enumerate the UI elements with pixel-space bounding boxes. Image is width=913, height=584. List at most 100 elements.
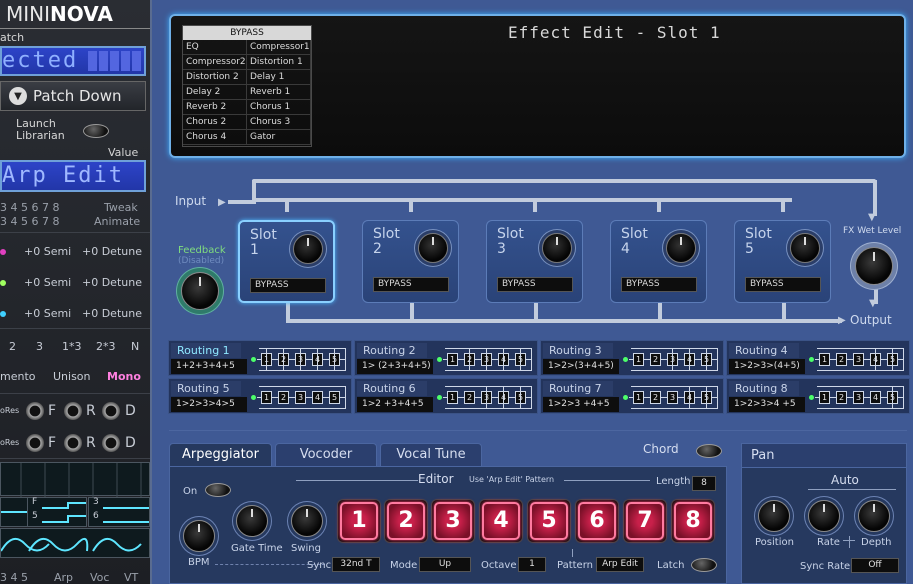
routing-option-4[interactable]: Routing 41>2>3>(4+5) 12345 (726, 340, 910, 376)
res-row1-knob2[interactable] (64, 402, 82, 420)
lfo-box-2[interactable]: F 5 (27, 497, 87, 527)
unison-1x3[interactable]: 1*3 (62, 340, 82, 353)
launch-librarian-button[interactable] (83, 124, 109, 138)
fx-item[interactable]: Compressor2 (183, 55, 247, 70)
routing-option-1[interactable]: Routing 11+2+3+4+5 12345 (168, 340, 352, 376)
pattern-value[interactable]: Arp Edit (596, 557, 644, 572)
routing-option-7[interactable]: Routing 71>2>3 +4+5 12345 (540, 378, 724, 414)
osc2-semi[interactable]: +0 Semi (24, 276, 71, 289)
res-row2-knob[interactable] (26, 434, 44, 452)
step-8[interactable]: 8 (671, 499, 715, 543)
fx-item[interactable]: Delay 1 (247, 70, 311, 85)
fx-item[interactable]: Chorus 1 (247, 100, 311, 115)
step-3[interactable]: 3 (431, 499, 475, 543)
fx-item[interactable]: Delay 2 (183, 85, 247, 100)
lfo-box-3[interactable]: 3 6 (88, 497, 150, 527)
step-3-button[interactable]: 3 (434, 502, 472, 540)
step-8-button[interactable]: 8 (674, 502, 712, 540)
unison-n[interactable]: N (131, 340, 139, 353)
unison-3[interactable]: 3 (36, 340, 43, 353)
step-4[interactable]: 4 (479, 499, 523, 543)
arp-on-button[interactable] (205, 483, 231, 497)
slot-5[interactable]: Slot 5 BYPASS (734, 220, 831, 303)
slot-3[interactable]: Slot 3 BYPASS (486, 220, 583, 303)
routing-option-3[interactable]: Routing 31>2>(3+4+5) 12345 (540, 340, 724, 376)
res-row2-knob2[interactable] (64, 434, 82, 452)
patch-name-display[interactable]: ected (0, 46, 146, 76)
osc1-detune[interactable]: +0 Detune (82, 245, 142, 258)
tab-arpeggiator[interactable]: Arpeggiator (169, 443, 272, 467)
swing-knob[interactable] (291, 505, 323, 537)
fx-item[interactable]: Reverb 2 (183, 100, 247, 115)
step-6[interactable]: 6 (575, 499, 619, 543)
slot-3-knob[interactable] (542, 233, 572, 263)
fx-item[interactable]: Gator (247, 130, 311, 145)
step-7[interactable]: 7 (623, 499, 667, 543)
step-5-button[interactable]: 5 (530, 502, 568, 540)
bottom-tab-vt[interactable]: VT (124, 571, 138, 584)
osc3-detune[interactable]: +0 Detune (82, 307, 142, 320)
unison-mode-label[interactable]: Unison (53, 370, 91, 383)
latch-button[interactable] (691, 558, 717, 572)
fx-item-bypass[interactable]: BYPASS (183, 26, 311, 40)
slot-3-fx[interactable]: BYPASS (497, 277, 573, 292)
slot-4[interactable]: Slot 4 BYPASS (610, 220, 707, 303)
step-7-button[interactable]: 7 (626, 502, 664, 540)
tab-vocoder[interactable]: Vocoder (275, 443, 377, 467)
slot-1[interactable]: Slot 1 BYPASS (238, 220, 335, 303)
bottom-tab-numbers[interactable]: 3 4 5 (0, 571, 28, 584)
length-value[interactable]: 8 (692, 476, 716, 491)
fx-item[interactable]: EQ (183, 40, 247, 55)
mode-value[interactable]: Up (419, 557, 471, 572)
patch-down-button[interactable]: ▼ Patch Down (0, 81, 146, 111)
slot-2-fx[interactable]: BYPASS (373, 277, 449, 292)
fx-item[interactable]: Chorus 4 (183, 130, 247, 145)
slot-2[interactable]: Slot 2 BYPASS (362, 220, 459, 303)
chord-button[interactable] (696, 444, 722, 458)
value-display[interactable]: Arp Edit (0, 160, 146, 192)
step-2-button[interactable]: 2 (387, 502, 425, 540)
gate-time-knob[interactable] (236, 505, 268, 537)
portamento-label[interactable]: mento (0, 370, 36, 383)
wet-level-knob[interactable] (855, 247, 893, 285)
position-knob[interactable] (758, 500, 790, 532)
routing-option-8[interactable]: Routing 81>2>3>4 +5 12345 (726, 378, 910, 414)
step-5[interactable]: 5 (527, 499, 571, 543)
fx-item[interactable]: Reverb 1 (247, 85, 311, 100)
sync-rate-value[interactable]: Off (851, 558, 899, 573)
step-4-button[interactable]: 4 (482, 502, 520, 540)
res-row1-knob[interactable] (26, 402, 44, 420)
octave-value[interactable]: 1 (518, 557, 546, 572)
step-1-button[interactable]: 1 (340, 502, 378, 540)
unison-2x3[interactable]: 2*3 (96, 340, 116, 353)
routing-option-6[interactable]: Routing 61>2 +3+4+5 12345 (354, 378, 538, 414)
slot-5-fx[interactable]: BYPASS (745, 277, 821, 292)
slot-4-knob[interactable] (666, 233, 696, 263)
slot-2-knob[interactable] (418, 233, 448, 263)
slot-1-fx[interactable]: BYPASS (250, 278, 326, 293)
depth-knob[interactable] (858, 500, 890, 532)
step-1[interactable]: 1 (337, 499, 381, 543)
slot-1-knob[interactable] (293, 234, 323, 264)
fx-item[interactable]: Distortion 1 (247, 55, 311, 70)
tab-vocal-tune[interactable]: Vocal Tune (380, 443, 482, 467)
bpm-knob[interactable] (183, 520, 215, 552)
slot-4-fx[interactable]: BYPASS (621, 277, 697, 292)
routing-option-5[interactable]: Routing 5 1>2>3>4>5 1 2 3 4 5 (168, 378, 352, 414)
fx-item[interactable]: Chorus 3 (247, 115, 311, 130)
osc2-detune[interactable]: +0 Detune (82, 276, 142, 289)
sync-value[interactable]: 32nd T (332, 557, 380, 572)
slot-5-knob[interactable] (790, 233, 820, 263)
feedback-knob[interactable] (181, 272, 219, 310)
fx-item[interactable]: Distortion 2 (183, 70, 247, 85)
step-2[interactable]: 2 (384, 499, 428, 543)
osc1-semi[interactable]: +0 Semi (24, 245, 71, 258)
unison-2[interactable]: 2 (9, 340, 16, 353)
osc3-semi[interactable]: +0 Semi (24, 307, 71, 320)
bottom-tab-voc[interactable]: Voc (90, 571, 109, 584)
res-row2-knob3[interactable] (102, 434, 120, 452)
mono-mode-label[interactable]: Mono (107, 370, 141, 383)
fx-item[interactable]: Chorus 2 (183, 115, 247, 130)
step-6-button[interactable]: 6 (578, 502, 616, 540)
res-row1-knob3[interactable] (102, 402, 120, 420)
